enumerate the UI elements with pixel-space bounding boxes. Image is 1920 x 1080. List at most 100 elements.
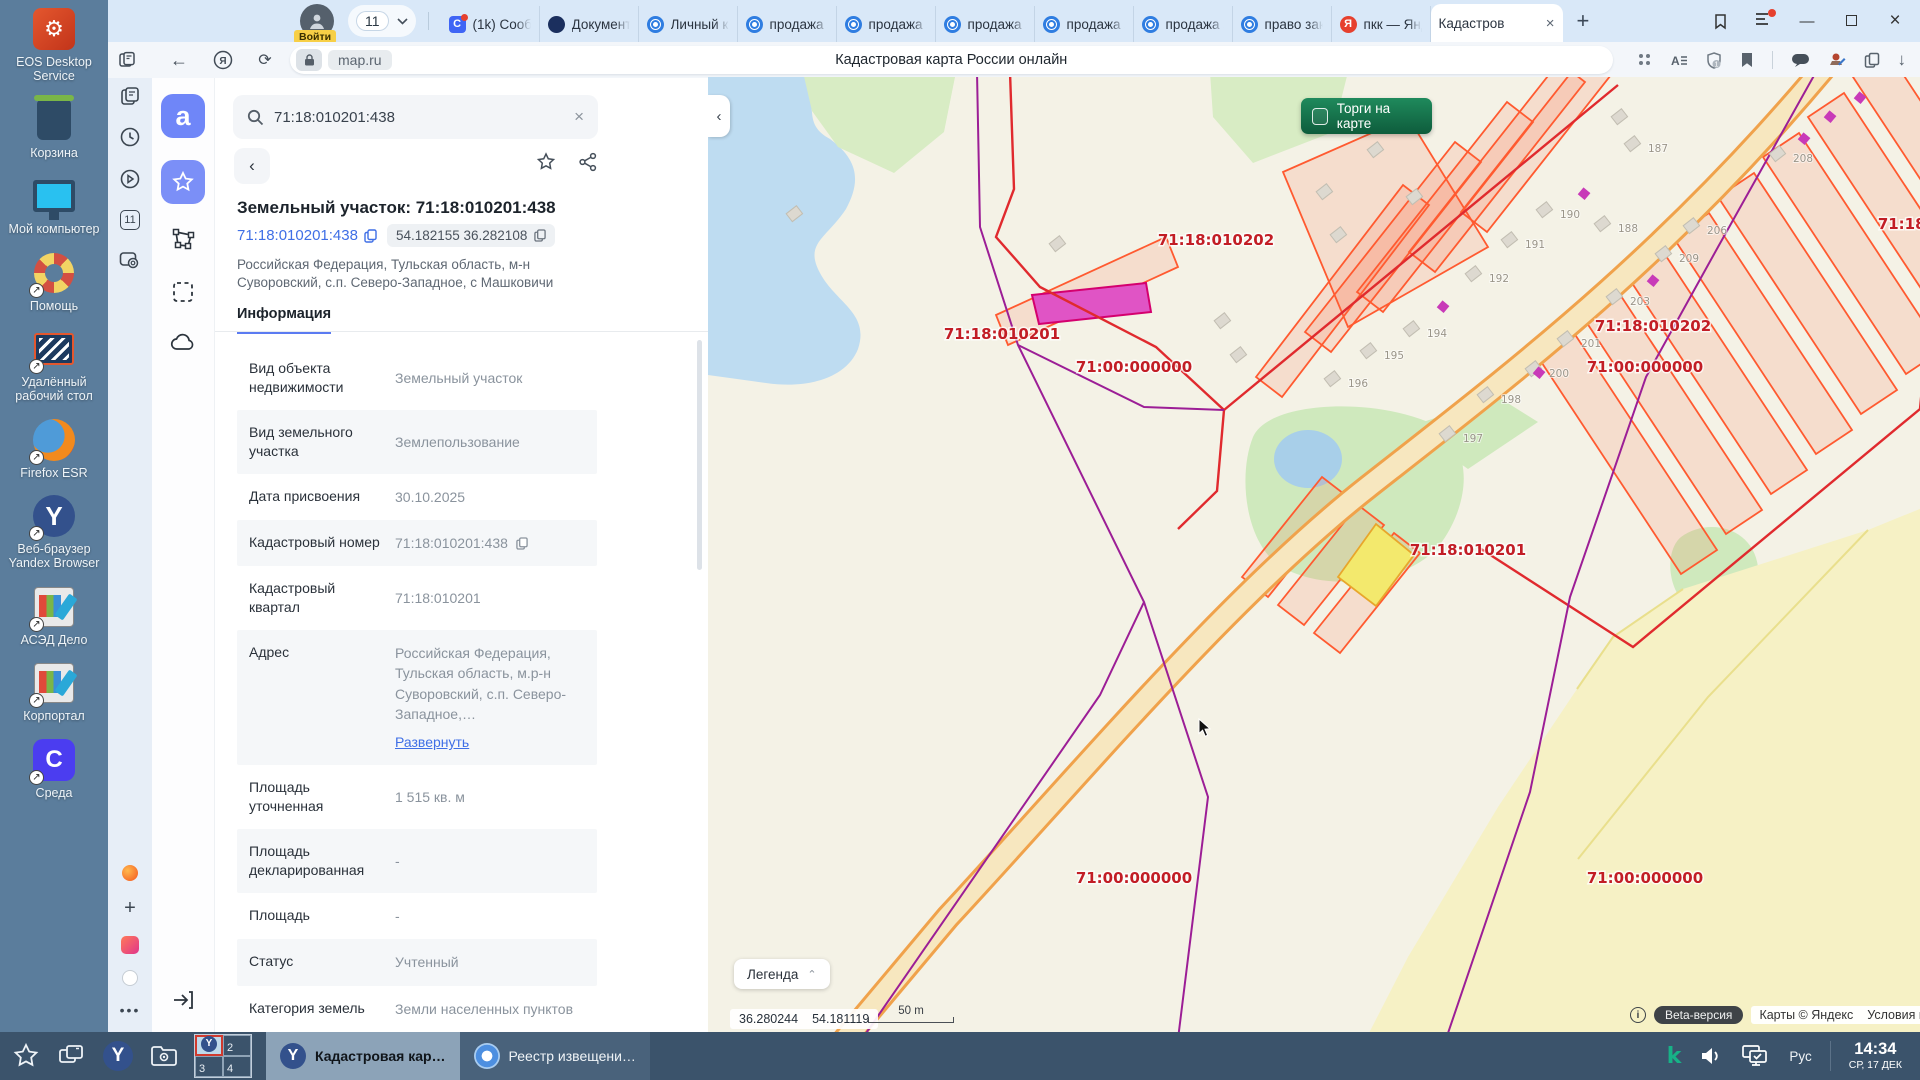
browser-menu-icon[interactable] — [1755, 12, 1772, 31]
building-number: 209 — [1679, 253, 1699, 265]
window-switcher-icon[interactable] — [52, 1036, 92, 1076]
panel-scrollbar[interactable] — [697, 340, 702, 570]
chat-icon[interactable] — [1791, 53, 1810, 68]
pages-icon[interactable] — [120, 86, 140, 106]
volume-icon[interactable] — [1699, 1045, 1723, 1067]
pinned-app2-icon[interactable] — [122, 970, 138, 986]
app-indicator-icon[interactable]: k — [1667, 1044, 1682, 1069]
cloud-tool[interactable] — [169, 332, 197, 359]
downloads-icon[interactable]: ↓ — [1898, 50, 1907, 70]
file-manager-icon[interactable] — [144, 1036, 184, 1076]
clock[interactable]: 14:34 СР, 17 ДЕК — [1849, 1040, 1908, 1071]
tab-counter[interactable]: 11 — [348, 5, 416, 37]
collapse-panel-button[interactable]: ‹ — [708, 95, 730, 137]
window-maximize-button[interactable] — [1842, 13, 1860, 30]
back-button[interactable]: ← — [164, 50, 194, 71]
copy-icon[interactable] — [516, 537, 528, 550]
tab-information[interactable]: Информация — [237, 306, 331, 334]
browser-tab[interactable]: Документы н — [540, 6, 639, 42]
media-play-icon[interactable] — [119, 168, 141, 190]
favorite-star-icon[interactable] — [536, 152, 556, 172]
clear-search-icon[interactable]: × — [574, 107, 584, 127]
browser-tab[interactable]: Личный каби — [639, 6, 738, 42]
share-icon[interactable] — [578, 152, 598, 172]
display-settings-icon[interactable] — [1741, 1044, 1771, 1068]
profile-avatar[interactable]: Войти — [300, 4, 334, 38]
more-icon[interactable]: ••• — [120, 1002, 141, 1018]
exit-icon[interactable] — [171, 989, 195, 1032]
taskbar-task[interactable]: Реестр извещени… — [460, 1032, 650, 1080]
search-input[interactable] — [274, 109, 564, 126]
stamp-icon[interactable] — [1828, 52, 1846, 69]
sidebar-toggle-icon[interactable] — [112, 51, 142, 69]
keyboard-layout[interactable]: Рус — [1789, 1049, 1811, 1064]
window-close-button[interactable]: × — [1886, 10, 1904, 32]
pinned-app-icon[interactable] — [121, 936, 139, 954]
panel-back-button[interactable]: ‹ — [234, 148, 270, 184]
workspace-cell-3[interactable]: 3 — [195, 1056, 223, 1077]
legend-button[interactable]: Легенда⌃ — [734, 959, 830, 989]
workspace-cell-1[interactable]: Y — [195, 1035, 223, 1056]
browser-tab[interactable]: продажа зем — [837, 6, 936, 42]
favorites-tool[interactable] — [161, 160, 205, 204]
cadastral-number-link[interactable]: 71:18:010201:438 — [237, 227, 377, 244]
copy-tabs-icon[interactable] — [1864, 52, 1880, 69]
browser-tab[interactable]: Я пкк — Яндекс — [1332, 6, 1431, 42]
status-dot-icon[interactable] — [122, 865, 138, 881]
desktop-icon-korportal[interactable]: ↗ Корпортал — [2, 660, 106, 723]
lock-icon[interactable] — [296, 49, 322, 71]
expand-link[interactable]: Развернуть — [395, 732, 585, 752]
new-tab-button[interactable]: + — [1577, 8, 1590, 34]
browser-tab[interactable]: продажа зем — [738, 6, 837, 42]
desktop-icon-rdp[interactable]: ↗ Удалённый рабочий стол — [2, 326, 106, 404]
taskbar-task[interactable]: Y Кадастровая кар… — [266, 1032, 460, 1080]
browser-tab[interactable]: a Кадастров × — [1431, 4, 1563, 42]
desktop-icon-trash[interactable]: Корзина — [2, 97, 106, 160]
workspace-cell-2[interactable]: 2 — [223, 1035, 251, 1056]
bookmark-icon[interactable] — [1740, 52, 1754, 68]
workspace-cell-4[interactable]: 4 — [223, 1056, 251, 1077]
desktop-icon-help[interactable]: ↗ Помощь — [2, 250, 106, 313]
map-attribution[interactable]: Карты © Яндекс — [1759, 1008, 1853, 1022]
yandex-home-icon[interactable]: Я — [208, 50, 238, 70]
area-select-tool[interactable] — [170, 279, 196, 310]
torgi-checkbox[interactable] — [1312, 108, 1328, 125]
torgi-toggle[interactable]: Торги на карте — [1301, 98, 1432, 134]
history-icon[interactable] — [119, 126, 141, 148]
refresh-button[interactable]: ⟳ — [250, 50, 280, 70]
desktop-icon-sreda[interactable]: C↗ Среда — [2, 737, 106, 800]
browser-tab[interactable]: продажа зем — [1134, 6, 1233, 42]
polygon-select-tool[interactable] — [170, 226, 196, 257]
yandex-browser-taskbar-icon[interactable]: Y — [98, 1036, 138, 1076]
window-minimize-button[interactable]: — — [1798, 13, 1816, 30]
desktop-icon-delo[interactable]: ↗ АСЭД Дело — [2, 584, 106, 647]
terms-link[interactable]: Условия использования — [1867, 1008, 1920, 1022]
desktop-icon-yandex[interactable]: Y↗ Веб-браузер Yandex Browser — [2, 493, 106, 571]
address-bar[interactable]: map.ru Кадастровая карта России онлайн — [290, 46, 1613, 74]
tableau-icon[interactable] — [1637, 52, 1653, 68]
copy-icon[interactable] — [534, 229, 546, 242]
browser-tab[interactable]: продажа зем — [1035, 6, 1134, 42]
desktop-icon-eos[interactable]: ⚙ EOS Desktop Service — [2, 6, 106, 84]
desktop-icon-computer[interactable]: Мой компьютер — [2, 173, 106, 236]
reader-mode-icon[interactable]: A — [1671, 53, 1688, 68]
tabs-count-icon[interactable]: 11 — [120, 210, 140, 230]
copy-icon[interactable] — [364, 229, 377, 243]
browser-tab[interactable]: C (1k) Сообщен — [441, 6, 540, 42]
bookmark-panel-icon[interactable] — [1712, 13, 1729, 30]
browser-tab[interactable]: право заклю — [1233, 6, 1332, 42]
add-panel-button[interactable]: + — [124, 897, 136, 920]
desktop-icon-firefox[interactable]: ↗ Firefox ESR — [2, 417, 106, 480]
workspace-pager[interactable]: Y234 — [194, 1034, 252, 1078]
favorites-taskbar-icon[interactable] — [6, 1036, 46, 1076]
map-canvas[interactable]: 71:18:01020271:18:01020171:00:00000071:1… — [708, 77, 1920, 1032]
desktop-icon-label: Мой компьютер — [9, 222, 100, 236]
site-logo[interactable]: a — [161, 94, 205, 138]
info-icon[interactable]: i — [1630, 1007, 1646, 1023]
browser-tab[interactable]: продажа зем — [936, 6, 1035, 42]
coordinates-chip[interactable]: 54.182155 36.282108 — [387, 224, 555, 247]
tab-close-icon[interactable]: × — [1546, 15, 1555, 32]
protect-shield-icon[interactable]: 1 — [1706, 52, 1722, 69]
search-box[interactable]: × — [233, 95, 598, 139]
screenshot-icon[interactable] — [119, 250, 141, 270]
